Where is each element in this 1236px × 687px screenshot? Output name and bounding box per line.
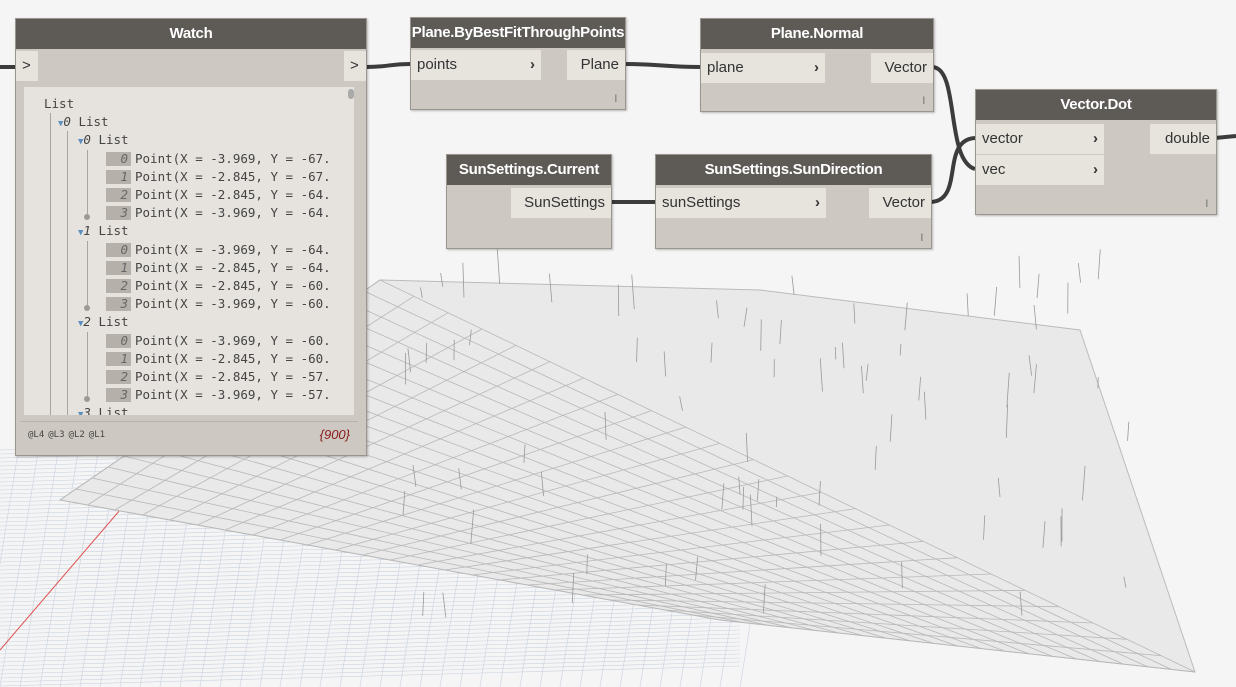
list-item: 2 Point(X = -2.845, Y = -60. <box>106 277 331 295</box>
chevron-right-icon: › <box>530 50 535 80</box>
port-label: sunSettings <box>662 194 740 211</box>
list-item: 3 Point(X = -3.969, Y = -57. <box>106 386 331 404</box>
port-label: plane <box>707 59 744 76</box>
lacing-indicator[interactable]: l <box>1206 199 1208 210</box>
input-vector[interactable]: vector › <box>976 124 1104 154</box>
tree-node: ▼1 List <box>78 222 129 240</box>
list-item: 0 Point(X = -3.969, Y = -64. <box>106 241 331 259</box>
list-item: 3 Point(X = -3.969, Y = -64. <box>106 204 331 222</box>
level-l1[interactable]: @L1 <box>89 430 105 440</box>
item-count: {900} <box>320 427 350 442</box>
input-sunsettings[interactable]: sunSettings › <box>656 188 826 218</box>
tree-node: ▼3 List <box>78 404 129 415</box>
watch-input-port[interactable]: > <box>16 51 38 81</box>
sun-direction-node[interactable]: SunSettings.SunDirection sunSettings › Ve… <box>655 154 932 249</box>
tree-root: List <box>44 95 74 113</box>
watch-output-port[interactable]: > <box>344 51 366 81</box>
node-title: Plane.ByBestFitThroughPoints <box>411 18 625 48</box>
list-item: 0 Point(X = -3.969, Y = -60. <box>106 332 331 350</box>
list-item: 2 Point(X = -2.845, Y = -64. <box>106 186 331 204</box>
scrollbar[interactable] <box>348 89 354 99</box>
plane-by-best-fit-node[interactable]: Plane.ByBestFitThroughPoints points › Pla… <box>410 17 626 110</box>
tree-node: ▼0 List <box>58 113 109 131</box>
chevron-right-icon: › <box>1093 124 1098 154</box>
output-double[interactable]: double <box>1150 124 1216 154</box>
list-item: 1 Point(X = -2.845, Y = -64. <box>106 259 331 277</box>
watch-tree[interactable]: List ▼0 List ▼0 List 0 Point(X = -3.969, Y =… <box>24 87 354 415</box>
plane-normal-node[interactable]: Plane.Normal plane › Vector l <box>700 18 934 112</box>
list-item: 2 Point(X = -2.845, Y = -57. <box>106 368 331 386</box>
sun-settings-current-node[interactable]: SunSettings.Current SunSettings <box>446 154 612 249</box>
vector-dot-node[interactable]: Vector.Dot vector › vec › double l <box>975 89 1217 215</box>
list-item: 0 Point(X = -3.969, Y = -67. <box>106 150 331 168</box>
node-title: Vector.Dot <box>976 90 1216 120</box>
list-item: 1 Point(X = -2.845, Y = -67. <box>106 168 331 186</box>
chevron-right-icon: › <box>1093 155 1098 185</box>
input-plane[interactable]: plane › <box>701 53 825 83</box>
chevron-right-icon: › <box>815 188 820 218</box>
node-title: SunSettings.SunDirection <box>656 155 931 185</box>
port-label: points <box>417 56 457 73</box>
output-vector[interactable]: Vector <box>871 53 933 83</box>
chevron-right-icon: › <box>814 53 819 83</box>
port-label: vector <box>982 130 1023 147</box>
level-l3[interactable]: @L3 <box>48 430 64 440</box>
input-points[interactable]: points › <box>411 50 541 80</box>
tree-node: ▼0 List <box>78 131 129 149</box>
level-l2[interactable]: @L2 <box>69 430 85 440</box>
output-plane[interactable]: Plane <box>567 50 625 80</box>
lacing-indicator[interactable]: l <box>923 96 925 107</box>
node-title: SunSettings.Current <box>447 155 611 185</box>
level-l4[interactable]: @L4 <box>28 430 44 440</box>
lacing-indicator[interactable]: l <box>921 233 923 244</box>
port-label: vec <box>982 161 1005 178</box>
node-title: Watch <box>16 19 366 49</box>
node-title: Plane.Normal <box>701 19 933 49</box>
lacing-indicator[interactable]: l <box>615 94 617 105</box>
output-sunsettings[interactable]: SunSettings <box>511 188 611 218</box>
list-item: 3 Point(X = -3.969, Y = -60. <box>106 295 331 313</box>
watch-node[interactable]: Watch > > List ▼0 List ▼0 List 0 Point(X = -… <box>15 18 367 456</box>
output-vector[interactable]: Vector <box>869 188 931 218</box>
tree-node: ▼2 List <box>78 313 129 331</box>
input-vec[interactable]: vec › <box>976 155 1104 185</box>
watch-footer: @L4 @L3 @L2 @L1 {900} <box>20 421 358 450</box>
list-item: 1 Point(X = -2.845, Y = -60. <box>106 350 331 368</box>
